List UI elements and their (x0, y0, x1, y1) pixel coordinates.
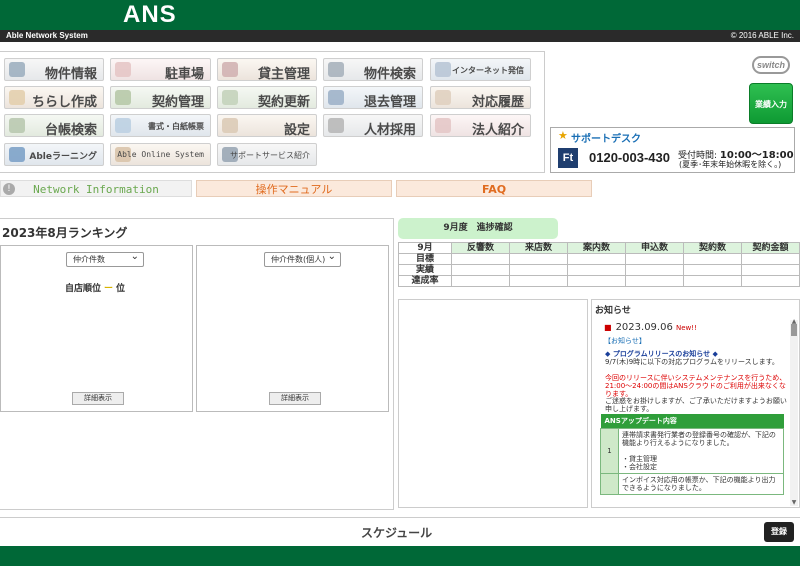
system-bar: Able Network System © 2016 ABLE Inc. (0, 30, 800, 42)
table-row: 1 連帯請求書発行業者の登録番号の確認が、下記の機能より行えるようになりました。… (600, 428, 784, 474)
owners-icon (222, 62, 238, 77)
copyright: © 2016 ABLE Inc. (730, 31, 794, 40)
ranking-personal-box: 仲介件数(個人) 詳細表示 (196, 245, 389, 412)
menu-forms-button[interactable]: 書式・白紙帳票 (110, 114, 211, 137)
tab-network-information[interactable]: ! Network Information (0, 180, 192, 197)
support-note: (夏季･年末年始休暇を除く。) (679, 160, 782, 169)
menu-property-search-button[interactable]: 物件検索 (323, 58, 423, 81)
business-input-button[interactable]: 業績入力 (749, 83, 793, 124)
table-row: インボイス対応用の帳票か、下記の機能より出力できるようになりました。 (600, 473, 784, 495)
update-header: ANSアップデート内容 (600, 414, 784, 429)
news-panel: お知らせ ■ 2023.09.06 New!! 【お知らせ】 ◆ プログラムリリー… (591, 299, 800, 508)
contract-renew-icon (222, 90, 238, 105)
menu-ledger-search-button[interactable]: 台帳検索 (4, 114, 104, 137)
ranking-title: 2023年8月ランキング (2, 226, 128, 240)
house-search-icon (328, 62, 344, 77)
column-header: 契約数 (683, 242, 742, 254)
info-icon: ! (3, 183, 15, 195)
menu-contract-renewal-button[interactable]: 契約更新 (217, 86, 317, 109)
news-apology: ご迷惑をお掛けしますが、ご了承いただけますようお願い申し上げます。 (605, 397, 787, 413)
menu-online-system-button[interactable]: Able Online System (110, 143, 211, 166)
news-date: ■ 2023.09.06 New!! (604, 322, 697, 333)
column-header: 反響数 (451, 242, 510, 254)
menu-internet-button[interactable]: インターネット発信 (430, 58, 531, 81)
app-header: ANS (0, 0, 800, 30)
ranking-store-detail-button[interactable]: 詳細表示 (72, 392, 124, 405)
menu-able-learning-button[interactable]: Ableラーニング (4, 143, 104, 166)
ranking-personal-select[interactable]: 仲介件数(個人) (264, 250, 341, 267)
column-header: 案内数 (567, 242, 626, 254)
menu-flyer-button[interactable]: ちらし作成 (4, 86, 104, 109)
main-menu: 物件情報 駐車場 貸主管理 物件検索 インターネット発信 ちらし作成 契約管理 … (0, 51, 545, 173)
menu-contract-button[interactable]: 契約管理 (110, 86, 211, 109)
menu-property-info-button[interactable]: 物件情報 (4, 58, 104, 81)
footer-bar (0, 546, 800, 566)
menu-corporate-button[interactable]: 法人紹介 (430, 114, 531, 137)
table-row: 目標 (398, 253, 800, 265)
schedule-bar: スケジュール 登録 (0, 517, 800, 545)
app-title: ANS (123, 1, 177, 28)
progress-table: 9月 反響数 来店数 案内数 申込数 契約数 契約金額 目標 実績 達成率 (398, 242, 800, 287)
table-row: 実績 (398, 264, 800, 276)
menu-moveout-button[interactable]: 退去管理 (323, 86, 423, 109)
news-line: 9/7(木)9時に以下の対応プログラムをリリースします。 (605, 358, 779, 366)
support-logo: Ft (558, 148, 578, 168)
news-tag: 【お知らせ】 (604, 337, 646, 345)
tab-manual[interactable]: 操作マニュアル (196, 180, 392, 197)
column-header: 来店数 (509, 242, 568, 254)
register-button[interactable]: 登録 (764, 522, 794, 542)
own-store-rank: 自店順位ー位 (65, 284, 126, 294)
learning-icon (9, 147, 25, 162)
table-row: 達成率 (398, 275, 800, 287)
parking-icon (115, 62, 131, 77)
support-phone: 0120-003-430 (589, 150, 670, 165)
menu-settings-button[interactable]: 設定 (217, 114, 317, 137)
support-desk: ★ サポートデスク Ft 0120-003-430 受付時間: 10:00〜18… (550, 127, 795, 173)
contract-icon (115, 90, 131, 105)
support-title: サポートデスク (571, 134, 641, 145)
menu-recruitment-button[interactable]: 人材採用 (323, 114, 423, 137)
news-heading: ◆ プログラムリリースのお知らせ ◆ (605, 350, 718, 358)
ranking-personal-detail-button[interactable]: 詳細表示 (269, 392, 321, 405)
empty-panel (398, 299, 588, 508)
switch-button[interactable]: switch (752, 56, 790, 74)
ledger-search-icon (9, 118, 25, 133)
menu-support-service-button[interactable]: サポートサービス紹介 (217, 143, 317, 166)
progress-title[interactable]: 9月度 進捗確認 (398, 218, 558, 239)
moveout-icon (328, 90, 344, 105)
column-header: 契約金額 (741, 242, 800, 254)
house-icon (9, 62, 25, 77)
update-table: ANSアップデート内容 1 連帯請求書発行業者の登録番号の確認が、下記の機能より… (600, 414, 784, 495)
ranking-type-select[interactable]: 仲介件数 (66, 250, 144, 267)
star-icon: ★ (558, 129, 568, 142)
news-scrollbar[interactable]: ▲ ▼ (790, 318, 798, 506)
scroll-down-icon[interactable]: ▼ (790, 499, 798, 506)
news-warning: 今回のリリースに伴いシステムメンテナンスを行うため、21:00〜24:00の間は… (605, 374, 787, 398)
menu-parking-button[interactable]: 駐車場 (110, 58, 211, 81)
scroll-thumb[interactable] (791, 324, 797, 336)
ranking-store-box: 仲介件数 自店順位ー位 詳細表示 (0, 245, 193, 412)
system-name: Able Network System (6, 31, 88, 40)
menu-owner-management-button[interactable]: 貸主管理 (217, 58, 317, 81)
bullet-icon: ■ (604, 323, 612, 332)
tab-faq[interactable]: FAQ (396, 180, 592, 197)
internet-icon (435, 62, 451, 77)
history-icon (435, 90, 451, 105)
recruit-icon (328, 118, 344, 133)
flyer-icon (9, 90, 25, 105)
form-icon (115, 118, 131, 133)
corporate-icon (435, 118, 451, 133)
news-title: お知らせ (595, 306, 631, 316)
column-header: 申込数 (625, 242, 684, 254)
ranking-panel: 2023年8月ランキング 仲介件数 自店順位ー位 詳細表示 仲介件数(個人) 詳… (0, 218, 394, 510)
gear-icon (222, 118, 238, 133)
month-header: 9月 (398, 242, 452, 254)
menu-history-button[interactable]: 対応履歴 (430, 86, 531, 109)
schedule-title: スケジュール (361, 526, 433, 540)
